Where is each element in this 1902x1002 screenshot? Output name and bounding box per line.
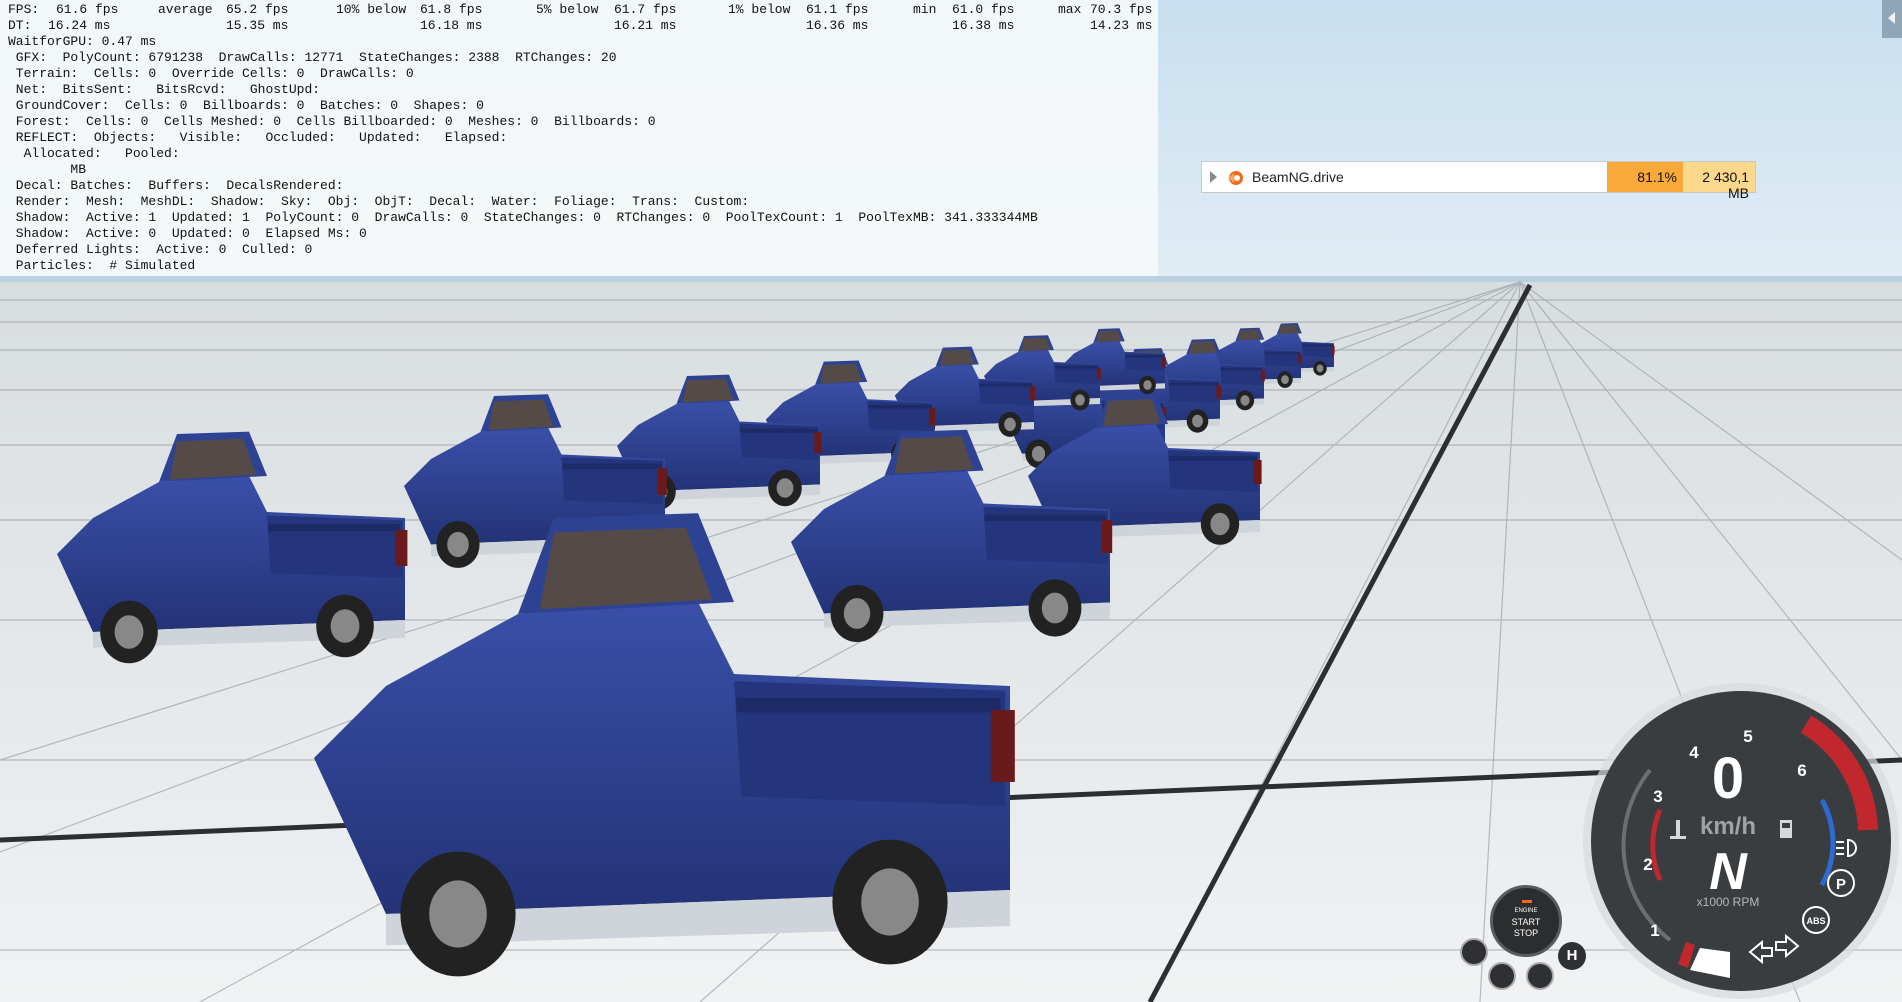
debug-line: Allocated: Pooled: [8, 146, 180, 161]
p10-value: 61.8 fps [420, 2, 483, 17]
dt-row: DT: 16.24 ms 15.35 ms 16.18 ms 16.21 ms … [8, 18, 1158, 34]
debug-line: Shadow: Active: 0 Updated: 0 Elapsed Ms:… [8, 226, 367, 241]
rpm-tick-label: 5 [1743, 727, 1752, 746]
chevron-left-icon [1888, 12, 1895, 24]
dt-max: 14.23 ms [1090, 18, 1153, 33]
dt-p5: 16.21 ms [614, 18, 677, 33]
fps-label: FPS: [8, 2, 40, 17]
tire-icon[interactable] [1460, 938, 1488, 966]
rpm-tick-label: 2 [1643, 855, 1652, 874]
engine-indicator-light [1522, 900, 1532, 903]
dt-p1: 16.36 ms [806, 18, 869, 33]
debug-line: GFX: PolyCount: 6791238 DrawCalls: 12771… [8, 50, 617, 65]
debug-line: Particles: # Simulated [8, 258, 196, 273]
debug-line: Decal: Batches: Buffers: DecalsRendered: [8, 178, 344, 193]
fps-row: FPS: 61.6 fps average 65.2 fps 10% below… [8, 2, 1158, 18]
fps-value: 61.6 fps [56, 2, 119, 17]
dt-min: 16.38 ms [952, 18, 1015, 33]
dt-avg: 15.35 ms [226, 18, 289, 33]
avg-label: average [158, 2, 213, 17]
min-value: 61.0 fps [952, 2, 1015, 17]
p10-label: 10% below [336, 2, 407, 17]
process-name: BeamNG.drive [1252, 169, 1344, 185]
debug-line: Deferred Lights: Active: 0 Culled: 0 [8, 242, 313, 257]
collapse-panel-tab[interactable] [1882, 0, 1902, 38]
debug-line: GroundCover: Cells: 0 Billboards: 0 Batc… [8, 98, 484, 113]
max-label: max [1058, 2, 1082, 17]
start-label: START [1511, 917, 1541, 927]
beamng-app-icon [1228, 171, 1243, 185]
avg-value: 65.2 fps [226, 2, 289, 17]
p1-label: 1% below [728, 2, 791, 17]
speedometer-gauge: 1 2 3 4 5 6 0 km/h N x1000 RPM P ABS [1583, 683, 1899, 999]
debug-line: MB [8, 162, 87, 177]
p5-label: 5% below [536, 2, 599, 17]
speed-unit: km/h [1700, 813, 1756, 840]
debug-line: Forest: Cells: 0 Cells Meshed: 0 Cells B… [8, 114, 656, 129]
debug-line: WaitforGPU: 0.47 ms [8, 34, 157, 49]
engine-start-stop-button[interactable]: ENGINE START STOP [1490, 885, 1562, 957]
dt-value: 16.24 ms [48, 18, 111, 33]
debug-line: Render: Mesh: MeshDL: Shadow: Sky: Obj: … [8, 194, 750, 209]
debug-stats-overlay: FPS: 61.6 fps average 65.2 fps 10% below… [0, 0, 1158, 276]
debug-line: Shadow: Active: 1 Updated: 1 PolyCount: … [8, 210, 1038, 225]
rpm-tick-label: 3 [1653, 787, 1662, 806]
rpm-tick-label: 1 [1650, 921, 1659, 940]
cpu-usage: 81.1% [1607, 162, 1683, 192]
engine-label: ENGINE [1514, 908, 1538, 914]
rpm-tick-label: 6 [1797, 761, 1806, 780]
min-label: min [913, 2, 937, 17]
max-value: 70.3 fps [1090, 2, 1153, 17]
expand-arrow-icon[interactable] [1210, 171, 1217, 183]
debug-line: Terrain: Cells: 0 Override Cells: 0 Draw… [8, 66, 414, 81]
p1-value: 61.1 fps [806, 2, 869, 17]
rpm-tick-label: 4 [1689, 743, 1699, 762]
task-manager-process-row[interactable]: BeamNG.drive 81.1% 2 430,1 MB [1201, 161, 1756, 201]
speed-value: 0 [1712, 746, 1744, 811]
gear-indicator: N [1709, 843, 1748, 901]
fuel-pump-icon [1780, 820, 1792, 838]
dt-label: DT: [8, 18, 32, 33]
debug-line: REFLECT: Objects: Visible: Occluded: Upd… [8, 130, 508, 145]
rpm-unit: x1000 RPM [1697, 895, 1760, 909]
debug-line: Net: BitsSent: BitsRcvd: GhostUpd: [8, 82, 321, 97]
memory-usage: 2 430,1 MB [1683, 162, 1755, 201]
wheel-icon[interactable] [1488, 962, 1516, 990]
dt-p10: 16.18 ms [420, 18, 483, 33]
stop-label: STOP [1513, 928, 1539, 938]
abs-label: ABS [1806, 916, 1825, 926]
p5-value: 61.7 fps [614, 2, 677, 17]
parking-brake-label: P [1836, 876, 1846, 893]
seat-icon[interactable] [1526, 962, 1554, 990]
